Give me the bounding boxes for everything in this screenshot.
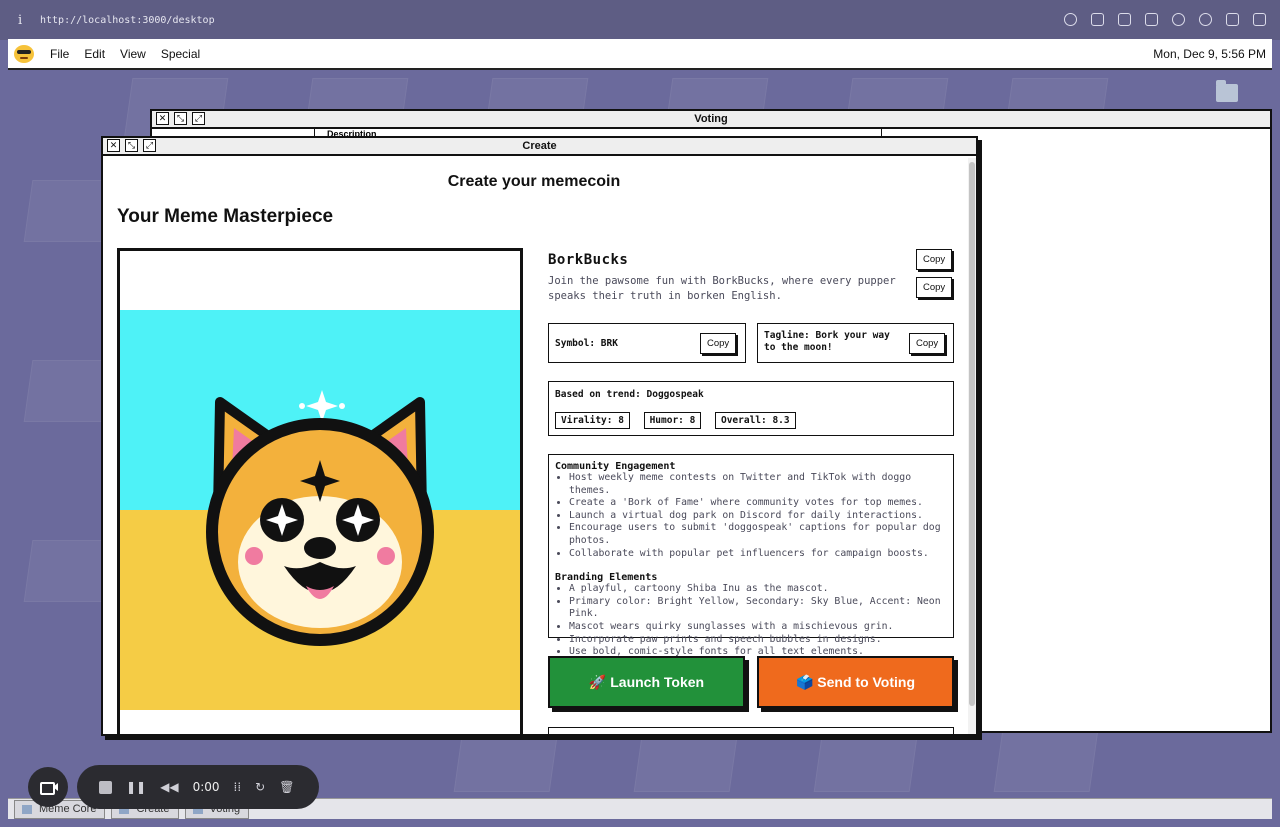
list-item: Primary color: Bright Yellow, Secondary:… [569, 596, 947, 621]
wallpaper-tile [633, 730, 739, 792]
coin-symbol: Symbol: BRK [555, 338, 618, 349]
code-icon[interactable] [1226, 13, 1239, 26]
crosshair-icon[interactable] [1199, 13, 1212, 26]
wallpaper-tile [813, 730, 919, 792]
strategy-card: Community Engagement Host weekly meme co… [548, 454, 954, 657]
list-item: Collaborate with popular pet influencers… [569, 548, 947, 561]
camera-icon[interactable] [1118, 13, 1131, 26]
create-titlebar[interactable]: ✕ ⤡ ⤢ Create [103, 138, 976, 156]
browser-tools [1064, 13, 1266, 26]
list-item: Create a 'Bork of Fame' where community … [569, 497, 947, 510]
close-icon[interactable]: ✕ [156, 112, 169, 125]
sunglasses-emoji-icon[interactable] [14, 44, 34, 63]
symbol-card: Symbol: BRK Copy [548, 323, 746, 363]
coin-name: BorkBucks [548, 252, 629, 268]
browser-toolbar: i http://localhost:3000/desktop [0, 0, 1280, 40]
restart-icon[interactable]: ↻ [255, 780, 265, 794]
menubar-clock: Mon, Dec 9, 5:56 PM [1153, 47, 1266, 61]
branding-title: Branding Elements [555, 572, 658, 584]
globe-icon[interactable] [1172, 13, 1185, 26]
close-icon[interactable]: ✕ [107, 139, 120, 152]
desktop-menubar: File Edit View Special Mon, Dec 9, 5:56 … [8, 39, 1272, 70]
folder-icon[interactable] [1216, 80, 1238, 102]
wallpaper-tile [993, 730, 1099, 792]
voting-titlebar[interactable]: ✕ ⤡ ⤢ Voting [152, 111, 1270, 129]
community-list: Host weekly meme contests on Twitter and… [555, 472, 947, 560]
stop-icon[interactable] [99, 780, 112, 794]
virality-badge: Virality: 8 [555, 412, 630, 429]
trash-icon[interactable]: 🗑 [279, 780, 294, 794]
maximize-icon[interactable]: ⤢ [192, 112, 205, 125]
list-item: Incorporate paw prints and speech bubble… [569, 634, 947, 647]
list-item: Host weekly meme contests on Twitter and… [569, 472, 947, 497]
video-camera-icon[interactable] [28, 767, 68, 807]
list-item: Launch a virtual dog park on Discord for… [569, 510, 947, 523]
section-heading: Your Meme Masterpiece [117, 206, 334, 227]
next-panel [548, 727, 954, 734]
rewind-icon[interactable]: ◀◀ [160, 780, 178, 794]
create-window: ✕ ⤡ ⤢ Create Create your memecoin Your M… [101, 136, 978, 736]
list-item: Mascot wears quirky sunglasses with a mi… [569, 621, 947, 634]
link-icon[interactable] [1064, 13, 1077, 26]
copy-symbol-button[interactable]: Copy [700, 333, 737, 354]
address-bar[interactable]: http://localhost:3000/desktop [40, 15, 215, 26]
create-content: Create your memecoin Your Meme Masterpie… [103, 158, 971, 734]
sidebar-icon[interactable] [1253, 13, 1266, 26]
coin-tagline: Tagline: Bork your way to the moon! [764, 330, 890, 353]
page-title: Create your memecoin [447, 173, 621, 190]
copy-description-button[interactable]: Copy [916, 277, 953, 298]
download-icon[interactable] [1091, 13, 1104, 26]
window-title: Voting [694, 113, 728, 125]
copy-tagline-button[interactable]: Copy [909, 333, 946, 354]
score-pills: Virality: 8 Humor: 8 Overall: 8.3 [555, 408, 800, 429]
list-item: Encourage users to submit 'doggospeak' c… [569, 522, 947, 547]
send-to-voting-button[interactable]: 🗳️ Send to Voting [757, 656, 954, 708]
pause-icon[interactable]: ❚❚ [126, 780, 146, 794]
meme-image-frame [117, 248, 523, 734]
wallpaper-tile [453, 730, 559, 792]
terminal-icon[interactable] [1145, 13, 1158, 26]
trend-card: Based on trend: Doggospeak Virality: 8 H… [548, 381, 954, 436]
recording-time: 0:00 [192, 780, 220, 794]
scrollbar-thumb[interactable] [969, 162, 975, 706]
maximize-icon[interactable]: ⤢ [143, 139, 156, 152]
menu-file[interactable]: File [50, 47, 69, 61]
copy-name-button[interactable]: Copy [916, 249, 953, 270]
menu-view[interactable]: View [120, 47, 146, 61]
shrink-icon[interactable]: ⤡ [174, 112, 187, 125]
community-title: Community Engagement [555, 461, 676, 472]
scrollbar[interactable] [968, 158, 976, 734]
recording-controls: ❚❚ ◀◀ 0:00 ⁞⁞ ↻ 🗑 [77, 765, 319, 809]
branding-list: A playful, cartoony Shiba Inu as the mas… [555, 583, 947, 659]
shiba-mascot-image [120, 310, 520, 710]
tagline-card: Tagline: Bork your way to the moon! Copy [757, 323, 954, 363]
overall-badge: Overall: 8.3 [714, 412, 796, 429]
info-icon[interactable]: i [18, 13, 40, 28]
menu-edit[interactable]: Edit [84, 47, 105, 61]
coin-description: Join the pawsome fun with BorkBucks, whe… [548, 275, 896, 302]
list-item: A playful, cartoony Shiba Inu as the mas… [569, 583, 947, 596]
launch-token-button[interactable]: 🚀 Launch Token [548, 656, 745, 708]
humor-badge: Humor: 8 [643, 412, 702, 429]
shrink-icon[interactable]: ⤡ [125, 139, 138, 152]
window-title: Create [522, 140, 557, 152]
grid-icon[interactable]: ⁞⁞ [234, 780, 242, 794]
trend-label: Based on trend: Doggospeak [555, 389, 704, 400]
menu-special[interactable]: Special [161, 47, 200, 61]
